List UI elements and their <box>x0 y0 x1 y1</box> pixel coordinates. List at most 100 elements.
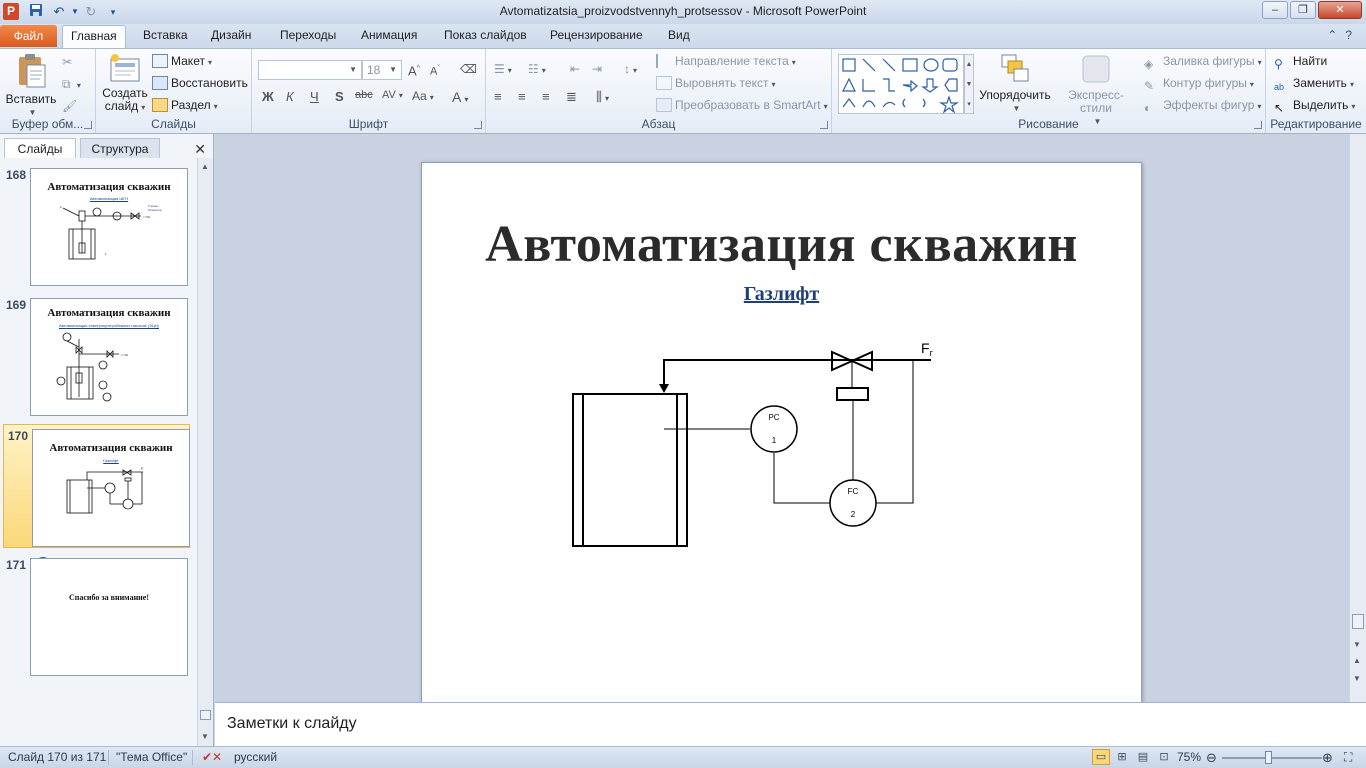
thumbnails-scrollbar[interactable]: ▲ ▼ <box>197 158 213 746</box>
smartart-button[interactable]: Преобразовать в SmartArt ▾ <box>656 96 828 114</box>
slideshow-view-button[interactable]: ⊡ <box>1155 749 1173 765</box>
ribbon-help-icons[interactable]: ⌃? <box>1327 28 1360 42</box>
zoom-in-icon[interactable]: ⊕ <box>1322 750 1333 766</box>
justify-icon[interactable]: ≣ <box>566 89 577 105</box>
italic-button[interactable]: К <box>286 89 294 104</box>
close-pane-icon[interactable]: ✕ <box>194 141 206 158</box>
shapes-gallery[interactable] <box>838 54 964 114</box>
cut-icon[interactable]: ✂ <box>62 53 72 71</box>
thumbnail-slide-171[interactable]: 171 Спасибо за внимание! <box>2 554 192 678</box>
tab-review[interactable]: Рецензирование <box>550 28 643 42</box>
tab-transitions[interactable]: Переходы <box>280 28 336 42</box>
grow-font-button[interactable]: A^ <box>408 60 420 78</box>
tab-slideshow[interactable]: Показ слайдов <box>444 28 527 42</box>
shape-outline-button[interactable]: ✎ Контур фигуры ▾ <box>1144 74 1254 93</box>
scroll-thumb[interactable] <box>200 710 211 720</box>
font-size-combo[interactable]: 18 ▼ <box>362 60 402 80</box>
svg-text:= ГЖ: = ГЖ <box>143 215 150 219</box>
scroll-down-icon[interactable]: ▼ <box>201 732 209 741</box>
reset-button[interactable]: Восстановить <box>152 74 248 92</box>
font-launcher-icon[interactable] <box>474 121 482 129</box>
arrange-button[interactable]: Упорядочить ▼ <box>978 53 1052 115</box>
format-painter-icon[interactable]: 🖌 <box>62 97 77 115</box>
tab-home[interactable]: Главная <box>62 25 126 48</box>
svg-text:= ГЖ: = ГЖ <box>121 353 128 357</box>
align-left-icon[interactable]: ≡ <box>494 89 502 104</box>
clear-format-icon[interactable]: ⌫ <box>460 60 477 78</box>
paste-button[interactable]: Вставить ▼ <box>4 53 58 119</box>
language[interactable]: русский <box>234 750 277 764</box>
reading-view-button[interactable]: ▤ <box>1134 749 1152 765</box>
next-slide-icon[interactable]: ▼ <box>1353 674 1361 683</box>
quick-styles-icon <box>1082 55 1110 83</box>
notes-pane[interactable]: Заметки к слайду <box>215 702 1366 746</box>
change-case-button[interactable]: Aa ▾ <box>412 89 434 103</box>
find-button[interactable]: ⚲ Найти <box>1274 52 1327 71</box>
tab-animations[interactable]: Анимация <box>361 28 417 42</box>
numbering-icon[interactable]: ☷ ▾ <box>528 60 546 78</box>
bold-button[interactable]: Ж <box>262 89 274 104</box>
drawing-launcher-icon[interactable] <box>1254 121 1262 129</box>
fit-to-window-icon[interactable]: ⛶ <box>1344 750 1352 765</box>
new-slide-icon <box>110 54 140 82</box>
pc-to-fc-line <box>773 453 830 504</box>
strikethrough-button[interactable]: abc <box>355 89 373 101</box>
tab-view[interactable]: Вид <box>668 28 690 42</box>
slide-scrollbar[interactable]: ▼ ▲ ▼ <box>1349 134 1366 702</box>
status-separator <box>192 750 193 765</box>
font-color-button[interactable]: A ▾ <box>452 89 468 105</box>
paragraph-launcher-icon[interactable] <box>820 121 828 129</box>
decrease-indent-icon[interactable]: ⇤ <box>570 60 580 78</box>
text-direction-button[interactable]: Направление текста ▾ <box>656 52 796 70</box>
clipboard-launcher-icon[interactable] <box>84 121 92 129</box>
align-text-button[interactable]: Выровнять текст ▾ <box>656 74 776 92</box>
previous-slide-icon[interactable]: ▲ <box>1353 656 1361 665</box>
columns-icon[interactable]: ⫼ ▾ <box>596 89 609 105</box>
section-button[interactable]: Раздел ▾ <box>152 96 218 114</box>
gas-flow-subscript: г <box>930 348 934 358</box>
layout-button[interactable]: Макет ▾ <box>152 52 212 70</box>
shapes-gallery-scroll[interactable]: ▲ ▼ ▾ <box>964 54 974 114</box>
line-spacing-icon[interactable]: ↕ ▾ <box>624 60 637 78</box>
tab-slides[interactable]: Слайды <box>4 138 76 158</box>
shape-effects-button[interactable]: ◐ Эффекты фигур ▾ <box>1144 96 1261 115</box>
zoom-slider[interactable] <box>1222 751 1322 764</box>
slide-sorter-button[interactable]: ⊞ <box>1113 749 1131 765</box>
tab-design[interactable]: Дизайн <box>211 28 251 42</box>
theme-name[interactable]: "Тема Office" <box>116 750 187 764</box>
close-button[interactable]: ✕ <box>1318 1 1362 19</box>
bullets-icon[interactable]: ☰ ▾ <box>494 60 512 78</box>
notes-placeholder[interactable]: Заметки к слайду <box>227 715 357 733</box>
zoom-slider-thumb[interactable] <box>1264 751 1272 764</box>
copy-icon[interactable]: ⧉ ▾ <box>62 75 81 93</box>
thumbnail-slide-168[interactable]: 168 Автоматизация скважин Автоматизация … <box>2 164 192 288</box>
underline-button[interactable]: Ч <box>310 89 319 104</box>
zoom-level[interactable]: 75% <box>1177 750 1201 764</box>
scroll-up-icon[interactable]: ▲ <box>201 162 209 171</box>
slide-scroll-thumb[interactable] <box>1352 614 1364 629</box>
thumbnail-slide-169[interactable]: 169 Автоматизация скважин Автоматизация … <box>2 294 192 418</box>
minimize-button[interactable]: – <box>1262 1 1288 19</box>
shape-fill-button[interactable]: ◈ Заливка фигуры ▾ <box>1144 52 1262 71</box>
tab-outline[interactable]: Структура <box>80 138 160 158</box>
new-slide-button[interactable]: Создать слайд ▾ <box>102 53 148 114</box>
thumbnail-slide-170[interactable]: 170 Автоматизация скважин Газлифт F <box>3 424 190 548</box>
current-slide[interactable]: Автоматизация скважин Газлифт PC 1 FC 2 … <box>421 162 1142 702</box>
tab-insert[interactable]: Вставка <box>143 28 188 42</box>
font-name-combo[interactable]: ▼ <box>258 60 362 80</box>
align-right-icon[interactable]: ≡ <box>542 89 550 104</box>
scroll-down-icon[interactable]: ▼ <box>1353 640 1361 649</box>
shadow-button[interactable]: S <box>335 89 344 104</box>
char-spacing-button[interactable]: AV ▾ <box>382 89 403 101</box>
maximize-button[interactable]: ❐ <box>1290 1 1316 19</box>
shrink-font-button[interactable]: Aˇ <box>430 60 440 78</box>
gaslift-diagram[interactable]: PC 1 FC 2 Fг <box>422 163 1143 702</box>
normal-view-button[interactable]: ▭ <box>1092 749 1110 765</box>
replace-button[interactable]: ab Заменить ▾ <box>1274 74 1354 92</box>
select-button[interactable]: ↖ Выделить ▾ <box>1274 96 1355 115</box>
align-center-icon[interactable]: ≡ <box>518 89 526 104</box>
tab-file[interactable]: Файл <box>0 25 57 47</box>
zoom-out-icon[interactable]: ⊖ <box>1206 750 1217 766</box>
spellcheck-icon[interactable]: ✔✕ <box>202 750 222 764</box>
increase-indent-icon[interactable]: ⇥ <box>592 60 602 78</box>
